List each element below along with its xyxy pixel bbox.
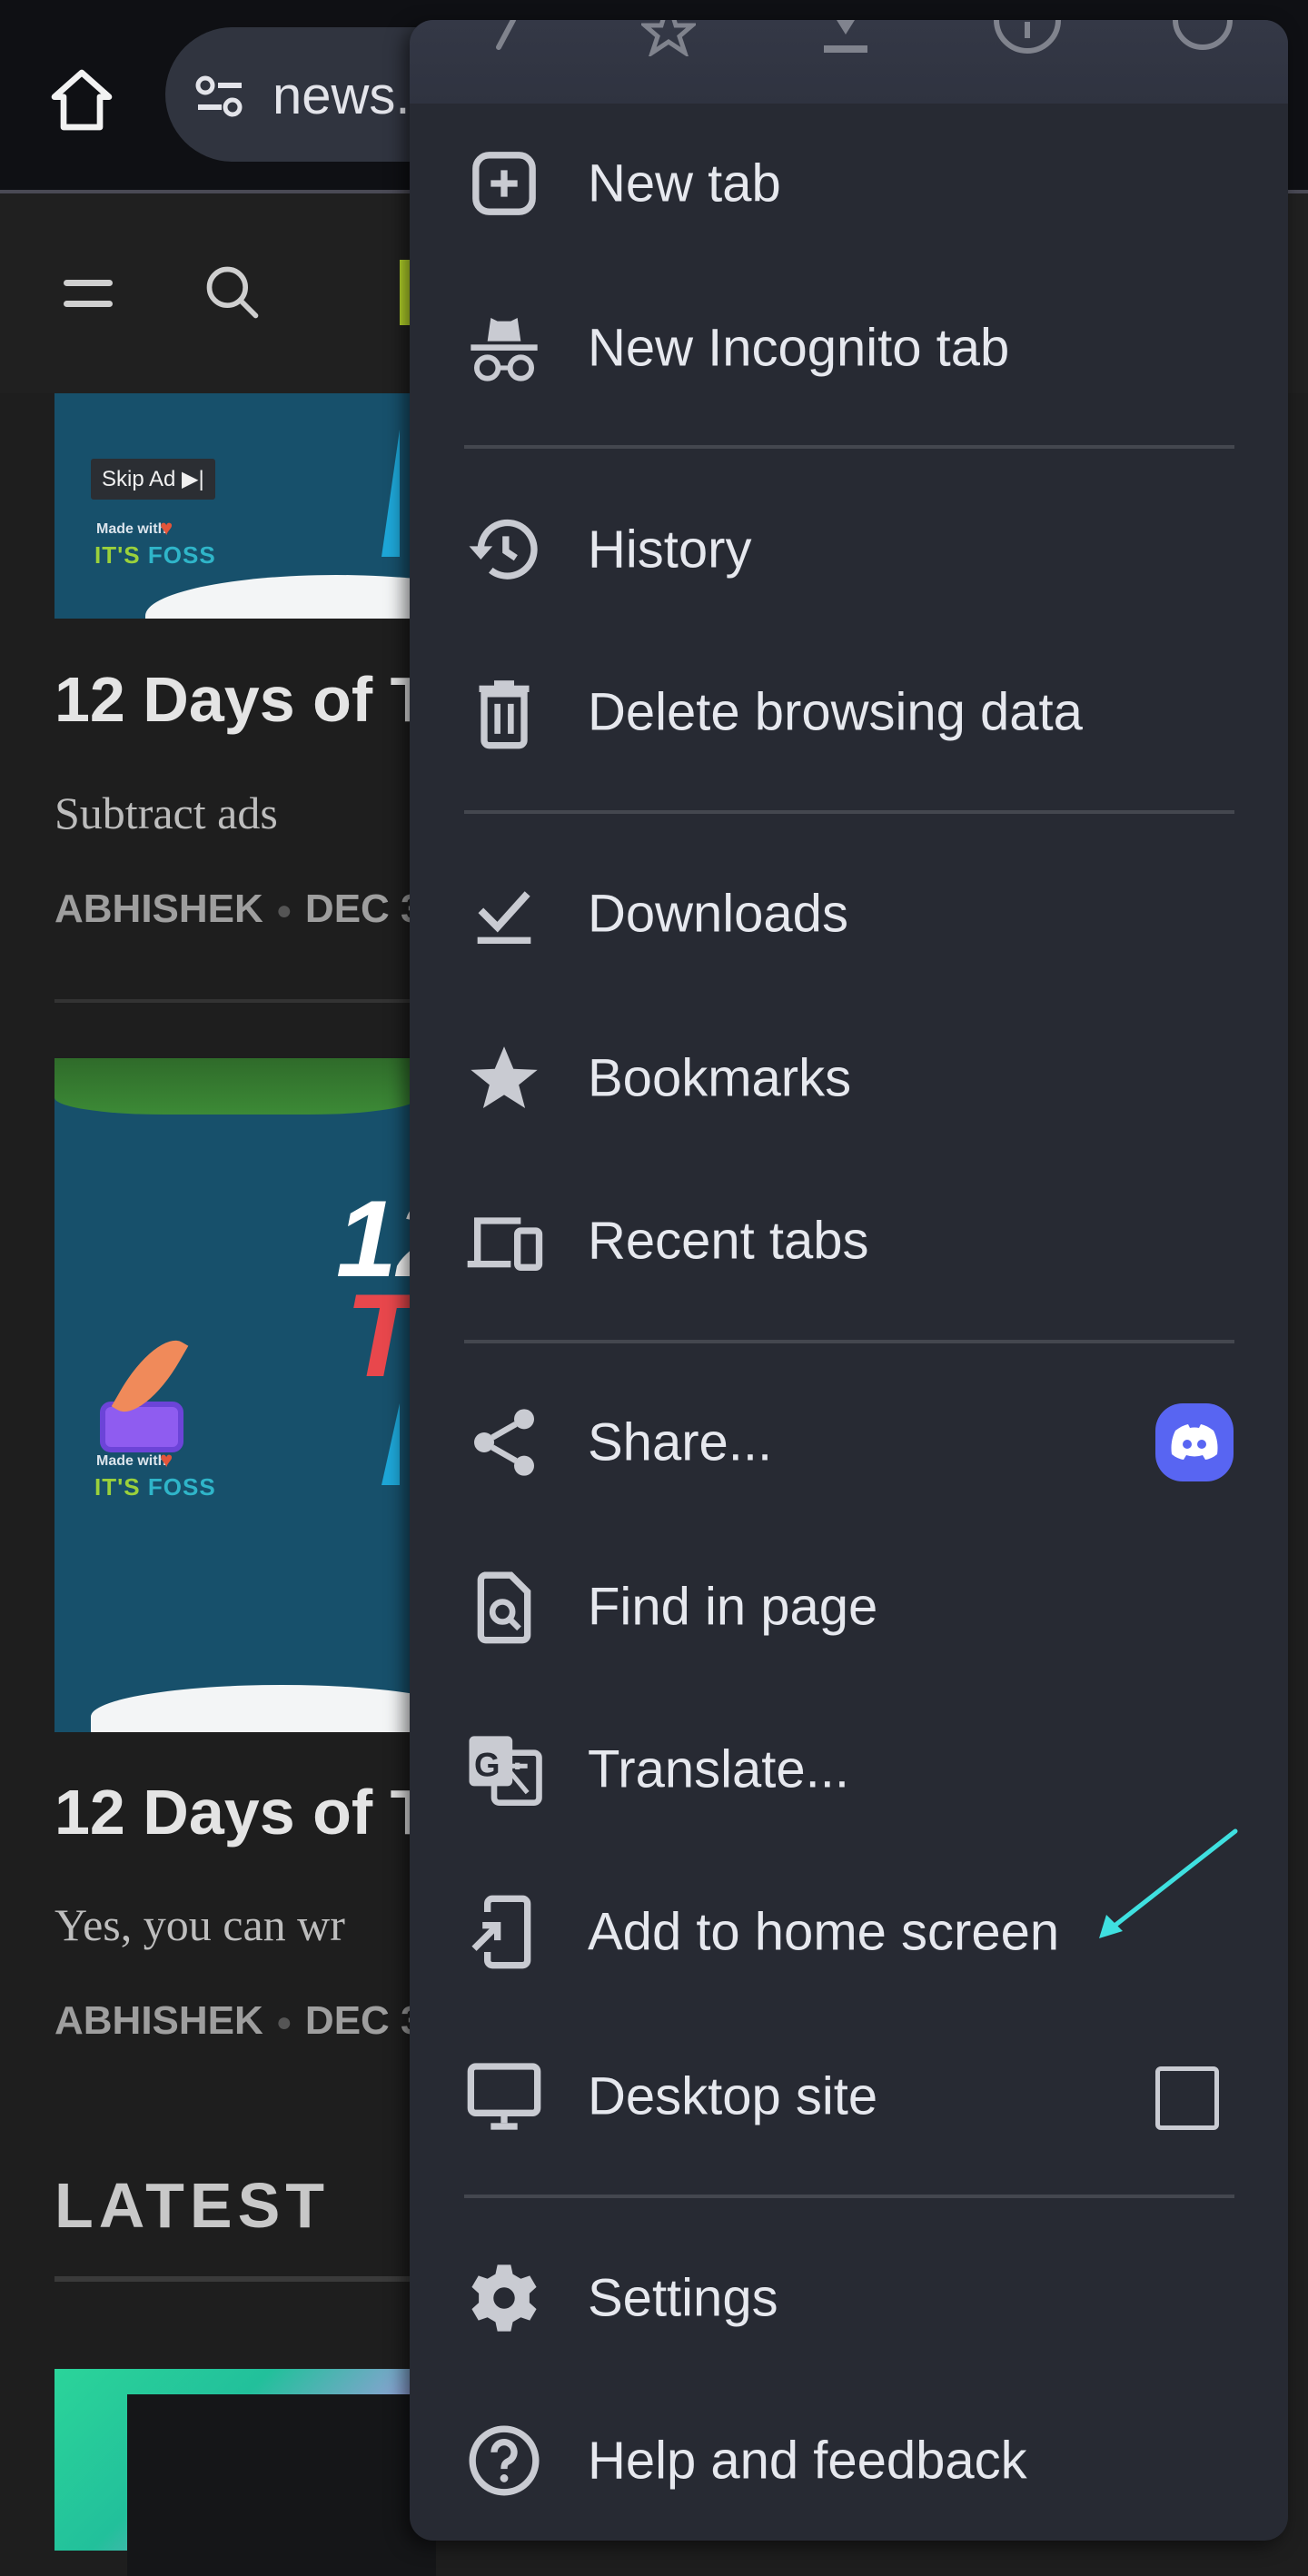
menu-divider (464, 810, 1234, 814)
menu-item-translate[interactable]: G Translate... (410, 1697, 1288, 1842)
desktop-site-checkbox[interactable] (1155, 2066, 1219, 2130)
star-icon (464, 1038, 544, 1118)
article-thumbnail[interactable] (54, 393, 418, 619)
brand-mark: IT'S FOSS (94, 541, 216, 569)
author-name[interactable]: ABHISHEK (54, 887, 263, 931)
skip-ad-label: Skip Ad (102, 467, 176, 491)
svg-text:G: G (474, 1746, 500, 1783)
article-excerpt: Subtract ads (54, 788, 278, 838)
menu-item-label: Translate... (588, 1739, 849, 1799)
article-meta: ABHISHEK ● DEC 3 (54, 887, 423, 931)
menu-divider (464, 445, 1234, 449)
menu-item-find-in-page[interactable]: Find in page (410, 1534, 1288, 1679)
download-icon[interactable] (818, 20, 873, 56)
menu-item-label: New Incognito tab (588, 318, 1010, 378)
trash-icon (464, 672, 544, 752)
menu-item-label: Share... (588, 1412, 773, 1472)
thumbnail-overlay-text: Ti (345, 1269, 418, 1402)
translate-icon: G (464, 1729, 544, 1809)
add-to-home-icon (464, 1892, 544, 1972)
menu-divider (464, 1340, 1234, 1343)
menu-item-label: Recent tabs (588, 1211, 869, 1271)
menu-item-label: Find in page (588, 1577, 878, 1637)
new-tab-icon (464, 144, 544, 223)
url-text[interactable]: news. (272, 65, 411, 126)
author-name[interactable]: ABHISHEK (54, 1998, 263, 2043)
find-in-page-icon (464, 1567, 544, 1647)
menu-item-recent-tabs[interactable]: Recent tabs (410, 1168, 1288, 1313)
tree-decoration (382, 430, 400, 557)
downloads-icon (464, 874, 544, 954)
made-with-text: Made with (96, 521, 167, 537)
menu-item-label: Delete browsing data (588, 682, 1083, 742)
menu-item-help-and-feedback[interactable]: Help and feedback (410, 2388, 1288, 2533)
skip-ad-button[interactable]: Skip Ad ▶| (91, 459, 215, 500)
menu-item-settings[interactable]: Settings (410, 2225, 1288, 2371)
article-divider (54, 999, 418, 1003)
menu-item-label: Help and feedback (588, 2431, 1027, 2491)
discord-icon[interactable] (1155, 1403, 1234, 1481)
hamburger-icon[interactable] (62, 276, 114, 311)
article-thumbnail[interactable]: 12 Ti (54, 1058, 418, 1732)
menu-item-bookmarks[interactable]: Bookmarks (410, 1006, 1288, 1151)
menu-item-label: Add to home screen (588, 1902, 1060, 1962)
search-icon[interactable] (202, 262, 263, 323)
article-date: DEC 3 (304, 887, 423, 931)
share-icon (464, 1402, 544, 1482)
brand-mark: IT'S FOSS (94, 1473, 216, 1501)
gear-icon (464, 2258, 544, 2338)
help-icon (464, 2421, 544, 2501)
home-button[interactable] (45, 64, 118, 136)
article-title[interactable]: 12 Days of T (54, 663, 429, 736)
menu-item-history[interactable]: History (410, 477, 1288, 622)
section-heading-latest: LATEST (54, 2170, 331, 2241)
screenshot-preview (127, 2394, 436, 2576)
heart-icon: ♥ (160, 1448, 173, 1472)
snow-decoration (91, 1685, 418, 1732)
info-icon[interactable] (991, 20, 1064, 56)
desktop-icon (464, 2056, 544, 2136)
menu-item-label: History (588, 520, 752, 580)
devices-icon (464, 1201, 544, 1281)
menu-item-label: Bookmarks (588, 1048, 852, 1108)
tree-decoration (382, 1403, 400, 1485)
heart-icon: ♥ (160, 516, 173, 540)
history-icon (464, 510, 544, 590)
browser-overflow-menu: New tab New Incognito tab History Delete… (410, 20, 1288, 2541)
section-divider (54, 2276, 418, 2282)
menu-item-new-tab[interactable]: New tab (410, 111, 1288, 256)
bookmark-star-icon[interactable] (641, 20, 696, 56)
menu-item-desktop-site[interactable]: Desktop site (410, 2024, 1288, 2169)
menu-item-downloads[interactable]: Downloads (410, 841, 1288, 986)
snow-decoration (145, 575, 418, 619)
inkpot-illustration (100, 1402, 183, 1452)
article-thumbnail[interactable] (54, 2369, 436, 2576)
article-title[interactable]: 12 Days of T (54, 1776, 429, 1848)
menu-item-label: Downloads (588, 884, 848, 944)
menu-toolbar-row (410, 20, 1288, 104)
menu-item-share[interactable]: Share... (410, 1370, 1288, 1515)
garland-decoration (54, 1058, 418, 1115)
menu-item-label: New tab (588, 154, 781, 213)
forward-icon[interactable] (482, 20, 537, 56)
menu-item-new-incognito-tab[interactable]: New Incognito tab (410, 275, 1288, 421)
menu-item-label: Settings (588, 2268, 778, 2328)
reload-icon[interactable] (1168, 20, 1241, 56)
annotation-arrow-icon (1090, 1826, 1244, 1944)
article-meta: ABHISHEK ● DEC 3 (54, 1998, 423, 2043)
article-date: DEC 3 (304, 1998, 423, 2043)
home-icon (51, 69, 113, 131)
menu-item-delete-browsing-data[interactable]: Delete browsing data (410, 639, 1288, 785)
menu-item-label: Desktop site (588, 2066, 878, 2126)
menu-divider (464, 2195, 1234, 2198)
made-with-text: Made with (96, 1453, 167, 1469)
incognito-icon (464, 308, 544, 388)
article-excerpt: Yes, you can wr (54, 1899, 345, 1950)
tune-icon[interactable] (193, 73, 247, 120)
